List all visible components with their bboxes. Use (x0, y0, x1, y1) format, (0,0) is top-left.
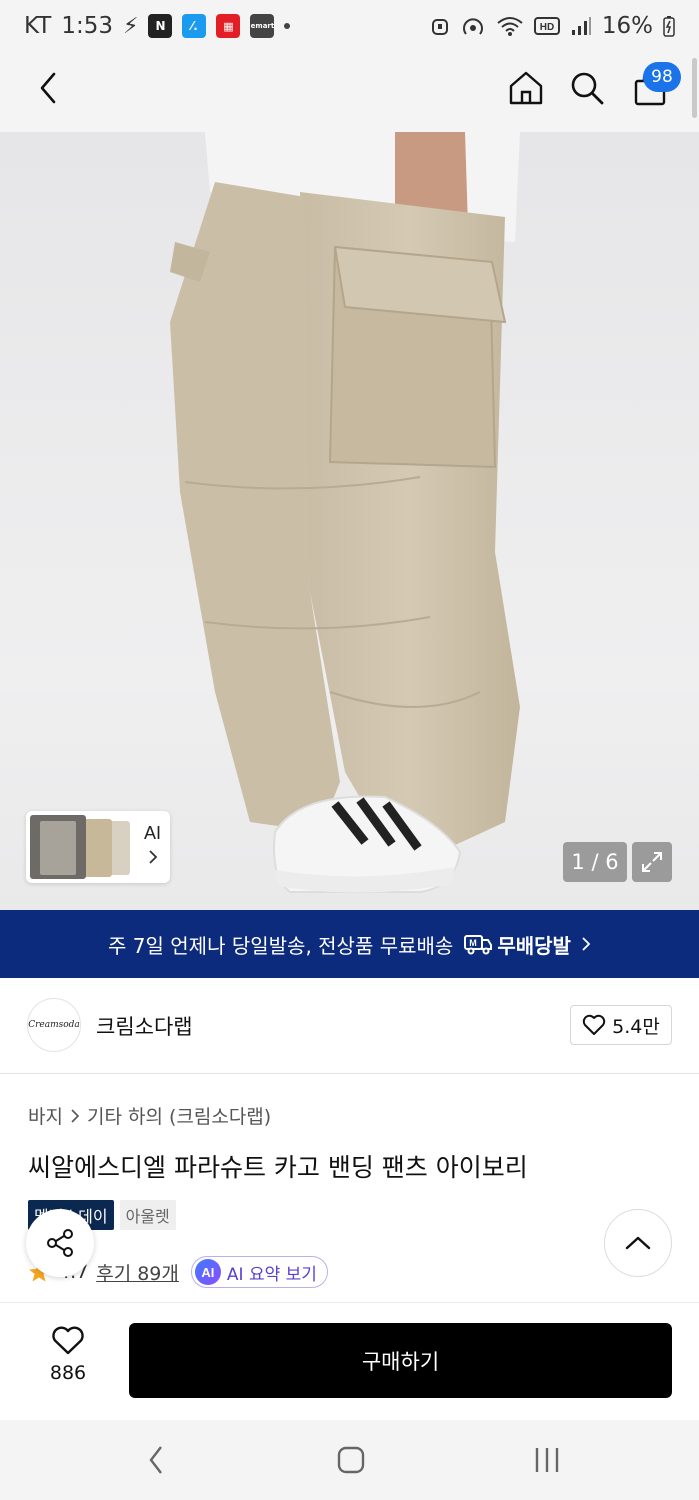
svg-text:M: M (470, 938, 478, 948)
delivery-truck-icon: M (464, 935, 493, 955)
outlet-tag: 아울렛 (119, 1200, 176, 1230)
home-button[interactable] (504, 66, 548, 110)
naver-app-icon: N (148, 14, 173, 38)
breadcrumb-subcategory[interactable]: 기타 하의 (크림소다랩) (87, 1102, 271, 1129)
thumbnail-stack (30, 815, 134, 879)
ai-badge-icon: AI (194, 1259, 221, 1285)
chevron-right-icon (71, 1108, 79, 1123)
back-button[interactable] (26, 66, 70, 110)
battery-percent: 16% (601, 13, 653, 39)
ai-summary-button[interactable]: AI AI 요약 보기 (190, 1256, 328, 1288)
emart-app-icon: emart (250, 14, 275, 38)
cargo-pants-photo (170, 132, 520, 893)
expand-icon (642, 852, 662, 872)
breadcrumb-category[interactable]: 바지 (28, 1102, 63, 1129)
image-counter: 1 / 6 (563, 842, 627, 882)
hd-voice-icon: HD (533, 17, 560, 35)
free-shipping-label: 무배당발 (497, 933, 571, 958)
battery-charging-icon (663, 16, 675, 37)
system-back-button[interactable] (126, 1438, 186, 1482)
recents-icon (535, 1448, 559, 1472)
ai-summary-label: AI 요약 보기 (226, 1264, 317, 1285)
system-recents-button[interactable] (517, 1438, 577, 1482)
svg-text:HD: HD (540, 22, 554, 33)
share-icon (47, 1229, 73, 1257)
signal-icon (571, 17, 591, 35)
ai-similar-items-card[interactable]: AI (26, 811, 170, 883)
promo-text: 주 7일 언제나 당일발송, 전상품 무료배송 (108, 933, 454, 958)
heart-icon (582, 1014, 606, 1035)
app-icon-blue: ⁄. (182, 14, 207, 38)
ai-label: AI (144, 823, 162, 844)
scrollbar[interactable] (692, 58, 697, 118)
product-title: 씨알에스디엘 파라슈트 카고 밴딩 팬츠 아이보리 (28, 1153, 528, 1182)
product-image[interactable] (0, 132, 699, 910)
breadcrumb: 바지 기타 하의 (크림소다랩) (28, 1102, 271, 1129)
time-label: 1:53 (61, 13, 114, 39)
home-icon (509, 71, 543, 105)
expand-image-button[interactable] (632, 842, 672, 882)
app-icon-red: ▦ (216, 14, 241, 38)
lightning-icon: ⚡ (123, 13, 139, 39)
free-shipping-badge: M 무배당발 (463, 930, 571, 959)
hotspot-icon (462, 18, 483, 35)
search-icon (571, 72, 604, 105)
cart-count-badge: 98 (643, 62, 681, 92)
brand-logo[interactable]: Creamsoda (27, 998, 81, 1052)
brand-like-count: 5.4만 (612, 1015, 660, 1038)
wishlist-button[interactable]: 886 (34, 1326, 102, 1384)
brand-name[interactable]: 크림소다랩 (96, 1011, 193, 1041)
status-bar: KT 1:53 ⚡ N ⁄. ▦ emart HD 16% (0, 0, 699, 52)
chevron-right-icon (582, 937, 591, 951)
review-count-link[interactable]: 후기 89개 (96, 1259, 179, 1286)
alarm-icon (431, 19, 448, 35)
back-chevron-icon (40, 72, 56, 104)
heart-icon (52, 1326, 84, 1355)
search-button[interactable] (565, 66, 609, 110)
wishlist-count: 886 (49, 1362, 87, 1384)
home-circle-icon (337, 1446, 365, 1474)
brand-logo-text: Creamsoda (28, 1020, 80, 1030)
share-button[interactable] (26, 1209, 94, 1277)
back-chevron-icon (149, 1446, 162, 1474)
buy-button[interactable]: 구매하기 (129, 1323, 672, 1398)
scroll-to-top-button[interactable] (604, 1209, 672, 1277)
carrier-label: KT (24, 13, 52, 39)
delivery-promo-banner[interactable]: 주 7일 언제나 당일발송, 전상품 무료배송 M 무배당발 (0, 910, 699, 978)
notification-dot-icon (284, 23, 291, 29)
chevron-up-icon (625, 1236, 651, 1250)
wifi-icon (497, 17, 523, 36)
system-home-button[interactable] (321, 1438, 381, 1482)
chevron-right-icon (148, 850, 157, 864)
brand-like-button[interactable]: 5.4만 (570, 1005, 672, 1045)
